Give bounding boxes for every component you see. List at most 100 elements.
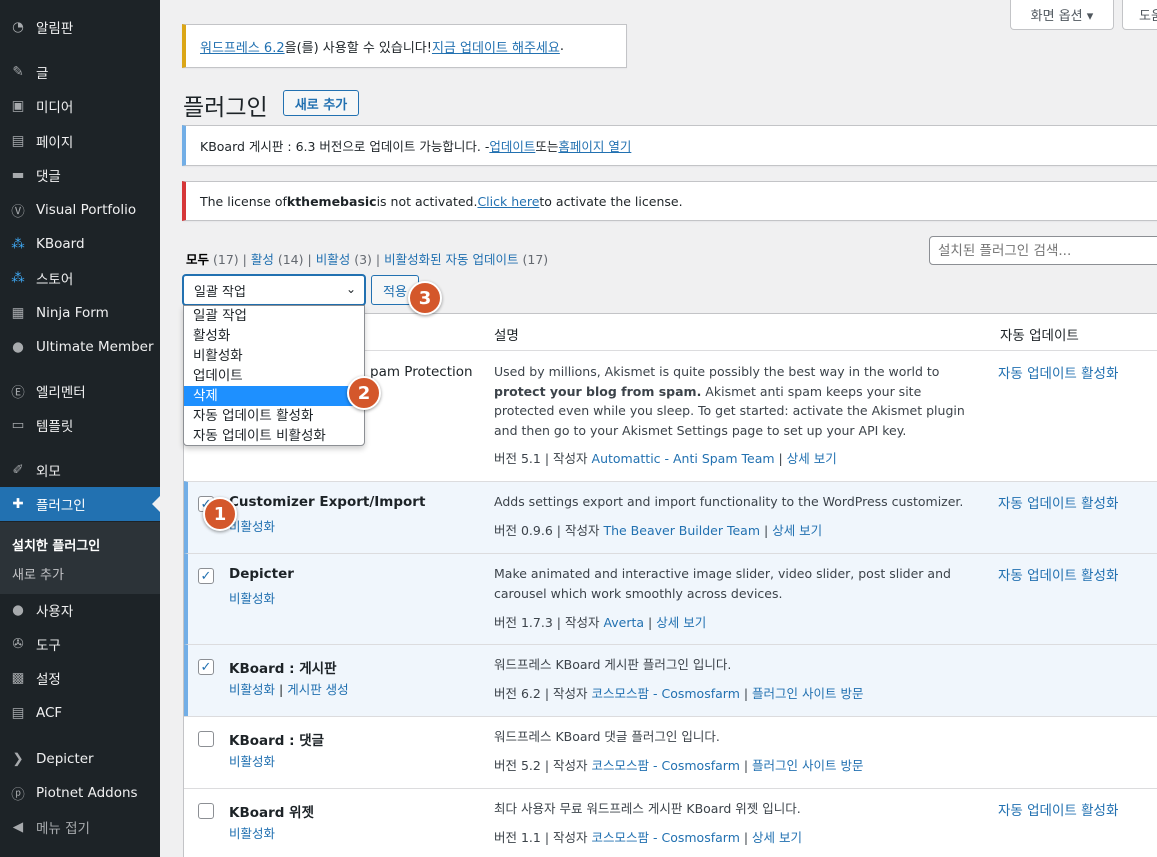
bulk-action-dropdown: 일괄 작업 활성화 비활성화 업데이트 삭제 자동 업데이트 활성화 자동 업데… [183, 305, 365, 446]
sidebar-item-media[interactable]: ▣ 미디어 [0, 89, 160, 123]
license-notice: The license of kthemebasic is not activa… [182, 181, 1157, 221]
sidebar-item-settings[interactable]: ▩ 설정 [0, 661, 160, 695]
plugin-description: 최다 사용자 무료 워드프레스 게시판 KBoard 위젯 입니다. [494, 801, 801, 816]
sidebar-item-dashboard[interactable]: ◔ 알림판 [0, 10, 160, 44]
plugin-row-kboard-widget: KBoard 위젯 비활성화 최다 사용자 무료 워드프레스 게시판 KBoar… [184, 788, 1157, 857]
sidebar-item-pages[interactable]: ▤ 페이지 [0, 124, 160, 158]
submenu-add-new[interactable]: 새로 추가 [12, 564, 64, 583]
enable-auto-update-link[interactable]: 자동 업데이트 활성화 [998, 362, 1118, 382]
plugin-row-customizer-export-import: ✓ Customizer Export/Import 비활성화 Adds set… [184, 481, 1157, 553]
create-board-link[interactable]: 게시판 생성 [287, 682, 348, 697]
page-icon: ▤ [11, 133, 25, 149]
plugin-details-link[interactable]: 상세 보기 [787, 451, 837, 466]
enable-auto-update-link[interactable]: 자동 업데이트 활성화 [998, 564, 1118, 584]
core-update-notice: 워드프레스 6.2 을(를) 사용할 수 있습니다! 지금 업데이트 해주세요. [182, 24, 627, 68]
deactivate-link[interactable]: 비활성화 [229, 751, 275, 770]
page-title: 플러그인 [183, 95, 268, 121]
plugin-author-link[interactable]: 코스모스팜 - Cosmosfarm [592, 686, 740, 701]
plugin-status-filters: 모두 (17) | 활성 (14) | 비활성 (3) | 비활성화된 자동 업… [186, 252, 549, 267]
plugin-meta: 버전 5.1 | 작성자 Automattic - Anti Spam Team… [494, 451, 837, 466]
sidebar-item-users[interactable]: ● 사용자 [0, 593, 160, 627]
sidebar-item-depicter[interactable]: ❯ Depicter [0, 742, 160, 776]
option-update[interactable]: 업데이트 [184, 366, 364, 386]
option-delete[interactable]: 삭제 [184, 386, 364, 406]
depicter-icon: ❯ [12, 751, 24, 767]
collapse-icon: ◀ [12, 819, 24, 835]
sidebar-item-kboard[interactable]: ⁂ KBoard [0, 227, 160, 261]
activate-license-link[interactable]: Click here [477, 194, 539, 209]
screen-options-button[interactable]: 화면 옵션 ▾ [1010, 0, 1114, 30]
update-now-link[interactable]: 지금 업데이트 해주세요 [432, 37, 560, 56]
deactivate-link[interactable]: 비활성화 [229, 588, 275, 607]
visual-portfolio-icon: Ⓥ [11, 204, 25, 220]
add-new-plugin-button[interactable]: 새로 추가 [283, 90, 359, 116]
plugin-meta: 버전 1.7.3 | 작성자 Averta | 상세 보기 [494, 615, 707, 630]
filter-inactive[interactable]: 비활성 [316, 252, 351, 267]
deactivate-link[interactable]: 비활성화 [229, 682, 275, 697]
wrench-icon: ✇ [12, 636, 24, 652]
plugin-description: 워드프레스 KBoard 댓글 플러그인 입니다. [494, 729, 720, 744]
plugin-details-link[interactable]: 상세 보기 [772, 523, 822, 538]
plugin-author-link[interactable]: Averta [603, 615, 644, 630]
plugin-details-link[interactable]: 상세 보기 [656, 615, 706, 630]
plugin-author-link[interactable]: Automattic - Anti Spam Team [592, 451, 775, 466]
option-activate[interactable]: 활성화 [184, 326, 364, 346]
plugin-checkbox[interactable] [198, 731, 214, 747]
plugin-author-link[interactable]: The Beaver Builder Team [603, 523, 760, 538]
plugin-author-link[interactable]: 코스모스팜 - Cosmosfarm [592, 830, 740, 845]
plugin-site-link[interactable]: 플러그인 사이트 방문 [752, 686, 863, 701]
filter-all[interactable]: 모두 [186, 252, 209, 267]
option-bulk-actions[interactable]: 일괄 작업 [184, 306, 364, 326]
kboard-homepage-link[interactable]: 홈페이지 열기 [558, 136, 631, 155]
sidebar-item-elementor[interactable]: Ⓔ 엘리멘터 [0, 374, 160, 408]
plugin-details-link[interactable]: 상세 보기 [752, 830, 802, 845]
plugin-description: Make animated and interactive image slid… [494, 566, 951, 601]
plugin-icon: ✚ [12, 496, 24, 512]
plugin-description: 워드프레스 KBoard 게시판 플러그인 입니다. [494, 657, 732, 672]
plugin-meta: 버전 1.1 | 작성자 코스모스팜 - Cosmosfarm | 상세 보기 [494, 830, 803, 845]
filter-autoupdate-disabled[interactable]: 비활성화된 자동 업데이트 [384, 252, 518, 267]
kboard-update-link[interactable]: 업데이트 [489, 136, 535, 155]
sidebar-item-visual-portfolio[interactable]: Ⓥ Visual Portfolio [0, 193, 160, 227]
plugin-site-link[interactable]: 플러그인 사이트 방문 [752, 758, 863, 773]
step-badge-2: 2 [347, 376, 381, 410]
plugin-checkbox[interactable]: ✓ [198, 568, 214, 584]
option-disable-auto-update[interactable]: 자동 업데이트 비활성화 [184, 426, 364, 446]
sidebar-item-ninja-form[interactable]: ▦ Ninja Form [0, 296, 160, 330]
column-header-auto-update[interactable]: 자동 업데이트 [1000, 324, 1079, 344]
admin-sidebar: ◔ 알림판 ✎ 글 ▣ 미디어 ▤ 페이지 ▬ 댓글 Ⓥ Visual Portfolio … [0, 0, 160, 857]
sidebar-item-posts[interactable]: ✎ 글 [0, 55, 160, 89]
plugin-search-input[interactable] [929, 236, 1157, 265]
option-enable-auto-update[interactable]: 자동 업데이트 활성화 [184, 406, 364, 426]
plugin-description: Adds settings export and import function… [494, 494, 964, 509]
sidebar-item-appearance[interactable]: ✐ 외모 [0, 453, 160, 487]
sidebar-item-plugins[interactable]: ✚ 플러그인 [0, 487, 160, 521]
sidebar-item-ultimate-member[interactable]: ● Ultimate Member [0, 330, 160, 364]
wordpress-version-link[interactable]: 워드프레스 6.2 [200, 37, 285, 56]
elementor-icon: Ⓔ [11, 385, 25, 401]
enable-auto-update-link[interactable]: 자동 업데이트 활성화 [998, 492, 1118, 512]
sidebar-collapse-menu[interactable]: ◀ 메뉴 접기 [0, 810, 160, 844]
sidebar-item-piotnet[interactable]: ⓟ Piotnet Addons [0, 776, 160, 810]
plugin-row-kboard-board: ✓ KBoard : 게시판 비활성화 | 게시판 생성 워드프레스 KBoar… [184, 644, 1157, 716]
sidebar-item-store[interactable]: ⁂ 스토어 [0, 261, 160, 295]
plugin-checkbox[interactable]: ✓ [198, 659, 214, 675]
plugin-checkbox[interactable] [198, 803, 214, 819]
sidebar-item-comments[interactable]: ▬ 댓글 [0, 158, 160, 192]
option-deactivate[interactable]: 비활성화 [184, 346, 364, 366]
sidebar-item-tools[interactable]: ✇ 도구 [0, 627, 160, 661]
column-header-description: 설명 [494, 328, 519, 344]
deactivate-link[interactable]: 비활성화 [229, 823, 275, 842]
chevron-down-icon: ⌄ [345, 282, 356, 296]
sidebar-item-acf[interactable]: ▤ ACF [0, 696, 160, 730]
form-icon: ▦ [11, 305, 25, 321]
brush-icon: ✐ [12, 462, 24, 478]
filter-active[interactable]: 활성 [251, 252, 274, 267]
help-button[interactable]: 도움 [1122, 0, 1157, 30]
submenu-installed-plugins[interactable]: 설치한 플러그인 [12, 535, 100, 554]
step-badge-1: 1 [203, 497, 237, 531]
plugin-author-link[interactable]: 코스모스팜 - Cosmosfarm [592, 758, 740, 773]
sidebar-item-templates[interactable]: ▭ 템플릿 [0, 408, 160, 442]
enable-auto-update-link[interactable]: 자동 업데이트 활성화 [998, 799, 1118, 819]
bulk-action-select[interactable]: 일괄 작업 ⌄ [183, 275, 365, 305]
